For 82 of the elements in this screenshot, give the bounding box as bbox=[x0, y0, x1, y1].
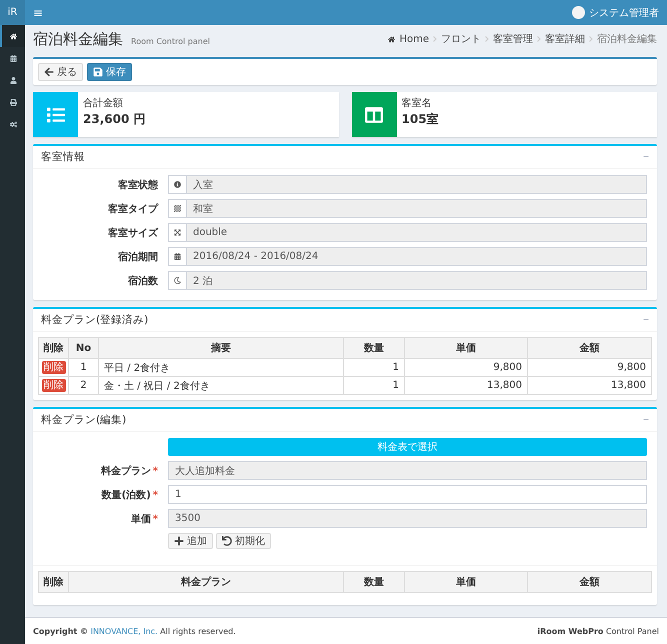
column-header: 数量 bbox=[344, 338, 404, 358]
box-title: 料金プラン(登録済み) bbox=[41, 313, 148, 327]
company-link[interactable]: INNOVANCE, Inc. bbox=[90, 626, 158, 636]
expand-icon bbox=[174, 229, 181, 236]
info-label: 合計金額 bbox=[83, 96, 124, 110]
table-cell: 1 bbox=[344, 358, 404, 376]
column-header: 削除 bbox=[38, 338, 68, 358]
add-button[interactable]: 追加 bbox=[168, 533, 213, 549]
table-cell: 2 bbox=[68, 376, 98, 394]
back-button[interactable]: 戻る bbox=[38, 63, 83, 81]
field-label: 単価 * bbox=[130, 512, 158, 526]
breadcrumb-link[interactable]: 客室管理 bbox=[493, 32, 533, 46]
column-header: 数量 bbox=[344, 572, 404, 592]
user-icon bbox=[10, 76, 17, 84]
chevron-icon bbox=[537, 36, 541, 42]
info-value: 105室 bbox=[402, 111, 439, 128]
column-header: 料金プラン bbox=[68, 572, 344, 592]
field-label: 宿泊数 bbox=[127, 274, 158, 288]
box-title: 客室情報 bbox=[41, 150, 85, 164]
delete-button[interactable]: 削除 bbox=[42, 361, 66, 374]
arrow-left-icon bbox=[44, 67, 54, 77]
table-cell: 9,800 bbox=[528, 358, 652, 376]
home-icon bbox=[388, 36, 396, 42]
column-header: 金額 bbox=[528, 572, 652, 592]
field-label: 客室タイプ bbox=[107, 202, 158, 216]
menu-button[interactable]: ≡ bbox=[33, 6, 44, 20]
table-cell: 1 bbox=[344, 376, 404, 394]
table-cell: 平日 / 2食付き bbox=[98, 358, 344, 376]
column-header: 金額 bbox=[528, 338, 652, 358]
info-icon bbox=[174, 181, 181, 188]
reset-button[interactable]: 初期化 bbox=[216, 533, 271, 549]
list-icon bbox=[46, 106, 64, 124]
info-value: 23,600 円 bbox=[83, 111, 146, 128]
field-label: 数量(泊数) * bbox=[100, 488, 158, 502]
calendar-icon bbox=[174, 253, 181, 260]
required-mark: * bbox=[152, 490, 158, 500]
input-field[interactable]: 1 bbox=[168, 485, 647, 504]
column-header: No bbox=[68, 338, 98, 358]
field-label: 料金プラン * bbox=[100, 464, 158, 478]
field-label: 客室状態 bbox=[117, 178, 158, 192]
field-label: 客室サイズ bbox=[107, 226, 158, 240]
breadcrumb-link[interactable]: 客室詳細 bbox=[545, 32, 585, 46]
field-label: 宿泊期間 bbox=[117, 250, 158, 264]
breadcrumb-link[interactable]: 宿泊料金編集 bbox=[597, 32, 657, 46]
chevron-icon bbox=[589, 36, 593, 42]
required-mark: * bbox=[152, 514, 158, 524]
gears-icon bbox=[10, 120, 17, 128]
delete-button[interactable]: 削除 bbox=[42, 379, 66, 392]
sidebar-item[interactable] bbox=[0, 25, 25, 47]
undo-icon bbox=[222, 536, 232, 546]
chevron-icon bbox=[485, 36, 489, 42]
avatar-icon[interactable] bbox=[572, 6, 585, 19]
table-cell: 13,800 bbox=[404, 376, 528, 394]
table-cell: 9,800 bbox=[404, 358, 528, 376]
home-icon bbox=[10, 32, 17, 40]
printer-icon bbox=[10, 98, 17, 106]
chevron-icon bbox=[433, 36, 437, 42]
table-cell: 13,800 bbox=[528, 376, 652, 394]
checker-icon bbox=[174, 205, 181, 212]
copyright-text: Copyright © INNOVANCE, Inc. All rights reserved. bbox=[33, 626, 236, 636]
info-label: 客室名 bbox=[402, 96, 432, 110]
column-header: 摘要 bbox=[98, 338, 344, 358]
save-button[interactable]: 保存 bbox=[87, 63, 132, 81]
save-icon bbox=[93, 67, 103, 77]
table-cell: 金・土 / 祝日 / 2食付き bbox=[98, 376, 344, 394]
column-header: 削除 bbox=[38, 572, 68, 592]
page-subtitle: Room Control panel bbox=[131, 36, 210, 46]
user-name[interactable]: システム管理者 bbox=[589, 6, 659, 20]
columns-icon bbox=[365, 106, 383, 124]
table-cell: 1 bbox=[68, 358, 98, 376]
page-title: 宿泊料金編集 bbox=[33, 30, 123, 48]
logo[interactable]: iR bbox=[0, 0, 25, 25]
plus-icon bbox=[174, 536, 184, 546]
box-title: 料金プラン(編集) bbox=[41, 413, 126, 427]
moon-icon bbox=[174, 277, 181, 284]
column-header: 単価 bbox=[404, 338, 528, 358]
product-name: iRoom WebPro Control Panel bbox=[537, 626, 659, 636]
required-mark: * bbox=[152, 466, 158, 476]
column-header: 単価 bbox=[404, 572, 528, 592]
calendar-icon bbox=[10, 54, 17, 62]
breadcrumb-link[interactable]: フロント bbox=[441, 32, 481, 46]
breadcrumb-link[interactable]: Home bbox=[399, 34, 429, 44]
